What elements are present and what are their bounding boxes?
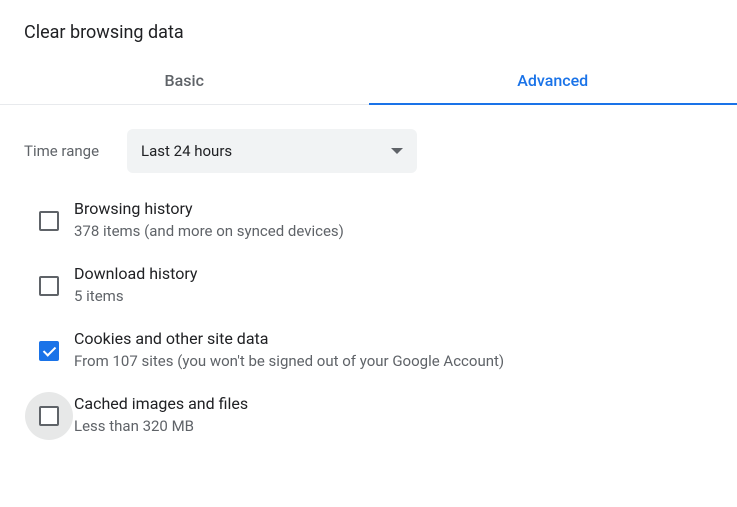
option-text: Browsing history 378 items (and more on …	[74, 197, 344, 240]
option-download-history: Download history 5 items	[24, 262, 737, 305]
dialog-title: Clear browsing data	[0, 22, 737, 43]
option-cookies: Cookies and other site data From 107 sit…	[24, 327, 737, 370]
option-subtitle: Less than 320 MB	[74, 417, 248, 435]
checkbox-wrap	[24, 392, 74, 426]
option-text: Download history 5 items	[74, 262, 198, 305]
clear-browsing-data-dialog: Clear browsing data Basic Advanced Time …	[0, 0, 737, 435]
chevron-down-icon	[391, 148, 403, 154]
option-subtitle: 378 items (and more on synced devices)	[74, 222, 344, 240]
time-range-select[interactable]: Last 24 hours	[127, 129, 417, 173]
checkbox-wrap	[24, 262, 74, 296]
options-list: Browsing history 378 items (and more on …	[0, 197, 737, 435]
option-text: Cached images and files Less than 320 MB	[74, 392, 248, 435]
option-title: Cached images and files	[74, 394, 248, 413]
time-range-value: Last 24 hours	[141, 142, 232, 160]
option-title: Download history	[74, 264, 198, 283]
option-subtitle: 5 items	[74, 287, 198, 305]
checkbox-cookies[interactable]	[39, 341, 59, 361]
time-range-row: Time range Last 24 hours	[0, 105, 737, 197]
option-text: Cookies and other site data From 107 sit…	[74, 327, 504, 370]
time-range-label: Time range	[24, 142, 99, 160]
checkbox-download-history[interactable]	[39, 276, 59, 296]
option-subtitle: From 107 sites (you won't be signed out …	[74, 352, 504, 370]
option-title: Browsing history	[74, 199, 344, 218]
checkbox-wrap	[24, 327, 74, 361]
option-title: Cookies and other site data	[74, 329, 504, 348]
option-browsing-history: Browsing history 378 items (and more on …	[24, 197, 737, 240]
tab-basic[interactable]: Basic	[0, 71, 369, 104]
option-cached-images: Cached images and files Less than 320 MB	[24, 392, 737, 435]
tab-advanced[interactable]: Advanced	[369, 71, 737, 104]
checkbox-wrap	[24, 197, 74, 231]
checkbox-browsing-history[interactable]	[39, 211, 59, 231]
tab-bar: Basic Advanced	[0, 71, 737, 105]
checkbox-cached-images[interactable]	[39, 406, 59, 426]
